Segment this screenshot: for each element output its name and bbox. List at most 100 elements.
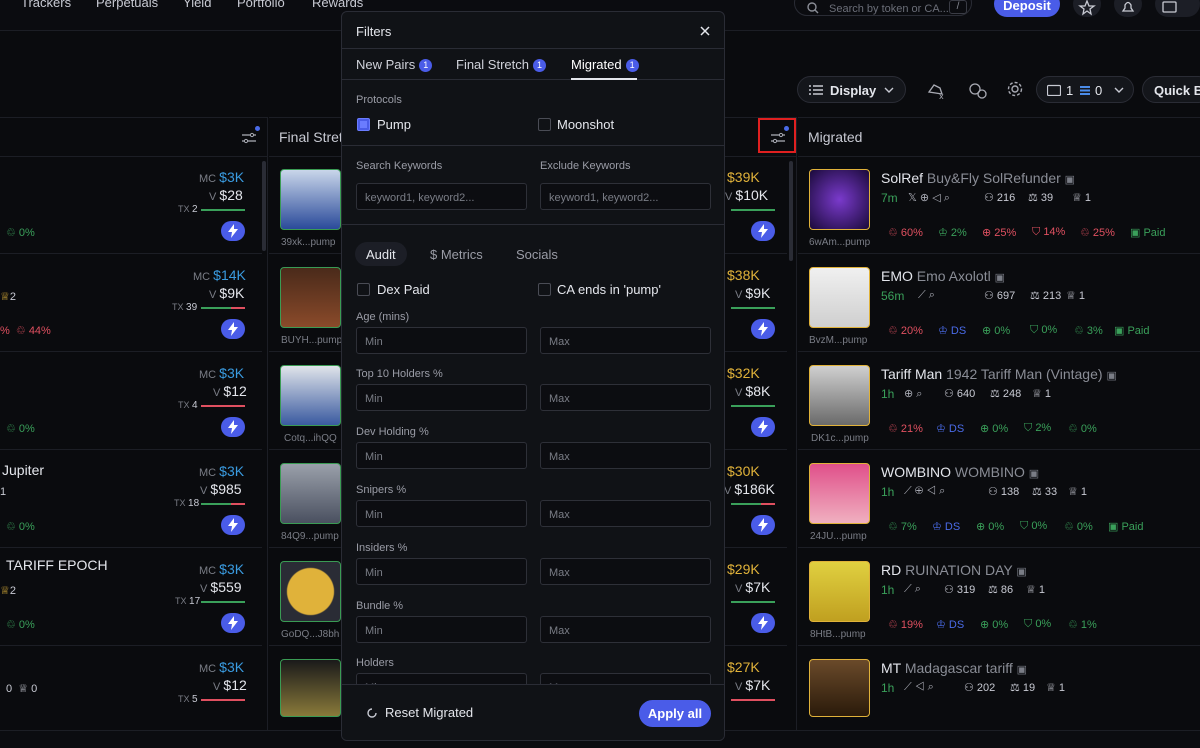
top10-min-input[interactable]: Min xyxy=(356,384,527,411)
token-card[interactable]: MC $3K V $28 TX 2 ♲ 0% xyxy=(0,157,262,254)
insiders-max-input[interactable]: Max xyxy=(540,558,711,585)
dex-paid-checkbox[interactable] xyxy=(357,283,370,296)
nav-rewards[interactable]: Rewards xyxy=(312,0,363,10)
subtab-metrics[interactable]: $ Metrics xyxy=(430,242,483,266)
token-name: SolRef Buy&Fly SolRefunder ▣ xyxy=(881,170,1076,186)
exclude-keywords-input[interactable]: keyword1, keyword2... xyxy=(540,183,711,210)
snipers-min-input[interactable]: Min xyxy=(356,500,527,527)
scrollbar[interactable] xyxy=(262,161,266,251)
stat-holders: ♕2 xyxy=(0,585,16,597)
quick-buy-button[interactable] xyxy=(751,417,775,437)
market-cap: $3K xyxy=(219,659,245,675)
tab-new-pairs[interactable]: New Pairs 1 xyxy=(356,57,433,72)
stat-holders: ♲ 0% xyxy=(6,227,35,239)
token-card[interactable]: MC $3K V $12 TX 4 ♲ 0% xyxy=(0,353,262,450)
kols-count: ♕ 1 xyxy=(1046,682,1066,694)
token-name: EMO Emo Axolotl ▣ xyxy=(881,268,1006,284)
display-button[interactable]: Display xyxy=(797,76,906,103)
snipers-max-input[interactable]: Max xyxy=(540,500,711,527)
token-image xyxy=(809,561,870,622)
search-input[interactable]: Search by token or CA... / xyxy=(794,0,972,16)
star-button[interactable] xyxy=(1073,0,1101,17)
subtab-socials[interactable]: Socials xyxy=(516,242,558,266)
token-card[interactable]: 24JU...pump WOMBINO WOMBINO ▣ 1h ⟋ ⊕ ◁ ⌕… xyxy=(798,451,1200,548)
token-card[interactable]: TARIFF EPOCH MC $3K V $559 TX 17 ♕2 ♲ 0% xyxy=(0,549,262,646)
token-card[interactable]: DK1c...pump Tariff Man 1942 Tariff Man (… xyxy=(798,353,1200,450)
ca-ends-pump-checkbox[interactable] xyxy=(538,283,551,296)
reset-button[interactable]: Reset Migrated xyxy=(385,705,473,720)
stat-insiders: ⛉ 0% xyxy=(1024,618,1052,630)
divider xyxy=(342,145,724,146)
token-age: 1h xyxy=(881,681,895,695)
token-image xyxy=(809,267,870,328)
dev-holding-max-input[interactable]: Max xyxy=(540,442,711,469)
stat-top10: ♲ 60% xyxy=(888,227,923,239)
token-card[interactable]: Jupiter MC $3K V $985 TX 18 1 ♲ 0% xyxy=(0,451,262,548)
token-name: MT Madagascar tariff ▣ xyxy=(881,660,1028,676)
quick-buy-button[interactable] xyxy=(221,613,245,633)
subtab-audit[interactable]: Audit xyxy=(355,242,407,266)
market-cap: $3K xyxy=(219,561,245,577)
lightning-icon xyxy=(758,518,768,532)
stat-insiders: ⛉ 0% xyxy=(1020,520,1048,532)
bundle-max-input[interactable]: Max xyxy=(540,616,711,643)
new-pairs-column: MC $3K V $28 TX 2 ♲ 0% MC $14K V $9K TX … xyxy=(0,157,268,744)
quick-buy-button[interactable] xyxy=(221,515,245,535)
filter-active-dot xyxy=(255,126,260,131)
nav-portfolio[interactable]: Portfolio xyxy=(237,0,285,10)
deposit-button[interactable]: Deposit xyxy=(994,0,1060,17)
top10-max-input[interactable]: Max xyxy=(540,384,711,411)
token-card[interactable]: BvzM...pump EMO Emo Axolotl ▣ 56m ⟋ ⌕ ⚇ … xyxy=(798,255,1200,352)
token-card[interactable]: 6wAm...pump SolRef Buy&Fly SolRefunder ▣… xyxy=(798,157,1200,254)
tab-final-stretch[interactable]: Final Stretch 1 xyxy=(456,57,546,72)
quick-buy-button[interactable] xyxy=(221,221,245,241)
quick-buy-button[interactable] xyxy=(221,319,245,339)
market-cap: $14K xyxy=(213,267,246,283)
bell-button[interactable] xyxy=(1114,0,1142,17)
bundle-label: Bundle % xyxy=(356,600,404,612)
volume: $12 xyxy=(223,383,247,399)
nav-perpetuals[interactable]: Perpetuals xyxy=(96,0,158,10)
token-card[interactable]: MC $14K V $9K TX 39 ♕2 % ♲ 44% xyxy=(0,255,262,352)
dev-holding-min-input[interactable]: Min xyxy=(356,442,527,469)
pump-checkbox[interactable] xyxy=(357,118,370,131)
nav-trackers[interactable]: Trackers xyxy=(21,0,71,10)
wallet-selector[interactable]: 1 0 xyxy=(1036,76,1134,103)
stat-bundle: ♲ 0% xyxy=(1068,423,1097,435)
bundle-min-input[interactable]: Min xyxy=(356,616,527,643)
nav-yield[interactable]: Yield xyxy=(183,0,211,10)
age-min-input[interactable]: Min xyxy=(356,327,527,354)
tab-migrated[interactable]: Migrated 1 xyxy=(571,57,639,72)
filter-icon[interactable] xyxy=(241,131,257,145)
hide-icon[interactable]: x xyxy=(926,80,946,100)
apply-all-button[interactable]: Apply all xyxy=(639,700,711,727)
quick-buy-button[interactable] xyxy=(751,515,775,535)
insiders-min-input[interactable]: Min xyxy=(356,558,527,585)
column-header-migrated: Migrated xyxy=(798,117,1200,157)
quick-buy-button[interactable] xyxy=(751,319,775,339)
close-icon[interactable] xyxy=(700,26,710,36)
tx-ratio-bar xyxy=(201,405,245,407)
moonshot-checkbox[interactable] xyxy=(538,118,551,131)
quick-buy-button[interactable]: Quick Bu xyxy=(1142,76,1200,103)
age-max-input[interactable]: Max xyxy=(540,327,711,354)
stat-snipers: ⊕ 0% xyxy=(980,423,1009,435)
lightning-icon xyxy=(758,616,768,630)
quick-buy-button[interactable] xyxy=(751,613,775,633)
blacklist-icon[interactable] xyxy=(967,80,989,100)
wallet-button[interactable] xyxy=(1155,0,1200,17)
token-name: Jupiter xyxy=(2,462,45,478)
modal-header: Filters xyxy=(342,12,724,49)
token-image xyxy=(280,169,341,230)
quick-buy-button[interactable] xyxy=(221,417,245,437)
lightning-icon xyxy=(228,420,238,434)
stat-holders: 1 xyxy=(0,486,7,498)
scrollbar[interactable] xyxy=(789,161,793,261)
gear-icon[interactable] xyxy=(1006,80,1024,98)
quick-buy-button[interactable] xyxy=(751,221,775,241)
bell-icon xyxy=(1121,1,1135,12)
tx-ratio-bar xyxy=(201,601,245,603)
search-keywords-input[interactable]: keyword1, keyword2... xyxy=(356,183,527,210)
token-address: 8HtB...pump xyxy=(810,629,866,640)
token-card[interactable]: 8HtB...pump RD RUINATION DAY ▣ 1h ⟋ ⌕ ⚇ … xyxy=(798,549,1200,646)
